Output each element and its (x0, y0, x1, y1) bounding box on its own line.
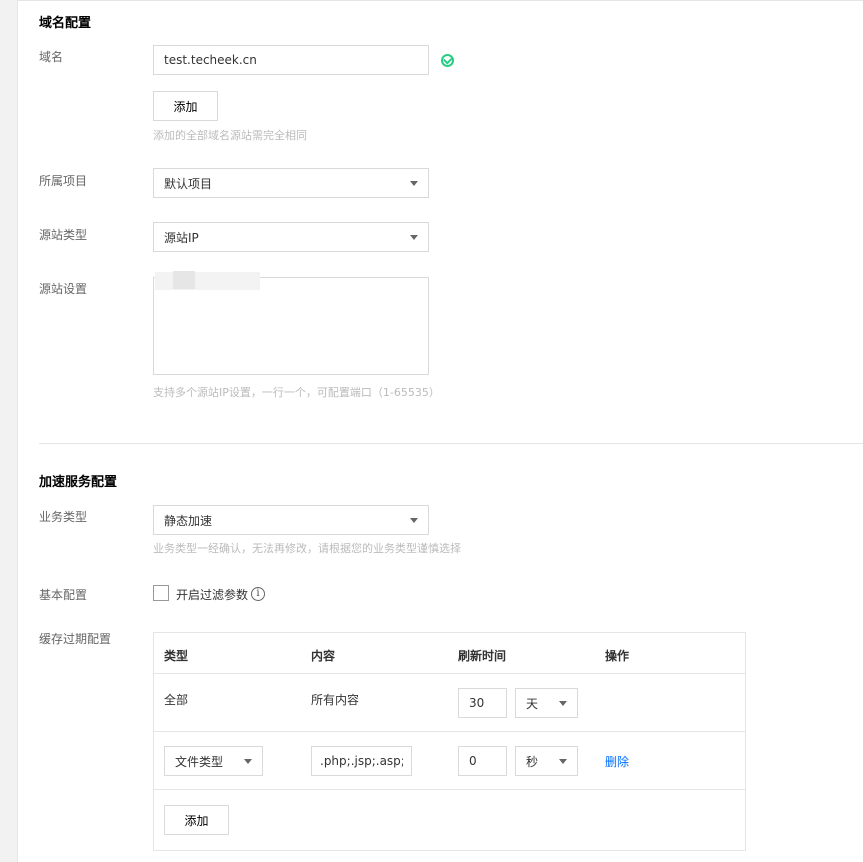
table-row-divider (154, 789, 745, 790)
add-domain-button[interactable]: 添加 (153, 91, 218, 121)
origin-setting-label: 源站设置 (39, 282, 88, 296)
row2-unit-value: 秒 (526, 754, 539, 769)
table-header-type: 类型 (164, 649, 189, 663)
caret-down-icon (244, 758, 252, 764)
basic-config-label: 基本配置 (39, 588, 88, 602)
origin-type-select[interactable]: 源站IP (153, 222, 429, 252)
row2-unit-select[interactable]: 秒 (515, 746, 578, 776)
row1-time-value: 30 (469, 696, 485, 710)
biz-type-select[interactable]: 静态加速 (153, 505, 429, 535)
caret-down-icon (410, 234, 418, 240)
project-label: 所属项目 (39, 174, 88, 188)
origin-setting-textarea[interactable] (153, 277, 429, 375)
check-circle-icon (441, 54, 454, 67)
row2-content-input[interactable]: .php;.jsp;.asp;.a (311, 746, 412, 776)
top-border (18, 0, 863, 1)
accel-section-title: 加速服务配置 (39, 475, 118, 490)
row2-time-value: 0 (469, 754, 477, 768)
biz-type-hint: 业务类型一经确认，无法再修改，请根据您的业务类型谨慎选择 (153, 542, 461, 555)
table-row-divider (154, 731, 745, 732)
table-header-action: 操作 (605, 649, 630, 663)
origin-type-label: 源站类型 (39, 228, 88, 242)
filter-param-checkbox[interactable] (153, 585, 169, 601)
table-header-refresh-time: 刷新时间 (458, 649, 507, 663)
left-sidebar-strip (0, 0, 18, 862)
row1-content: 所有内容 (311, 693, 360, 707)
section-divider (39, 443, 863, 444)
caret-down-icon (410, 517, 418, 523)
info-icon[interactable]: i (251, 587, 265, 601)
domain-label: 域名 (39, 50, 64, 64)
add-cache-rule-button[interactable]: 添加 (164, 805, 229, 835)
cache-config-label: 缓存过期配置 (39, 632, 112, 646)
caret-down-icon (559, 758, 567, 764)
origin-type-select-value: 源站IP (164, 230, 199, 245)
add-domain-hint: 添加的全部域名源站需完全相同 (153, 129, 307, 142)
row2-time-input[interactable]: 0 (458, 746, 507, 776)
project-select-value: 默认项目 (164, 176, 213, 191)
row1-unit-value: 天 (526, 696, 539, 711)
domain-input-value: test.techeek.cn (164, 53, 257, 67)
caret-down-icon (410, 180, 418, 186)
row1-unit-select[interactable]: 天 (515, 688, 578, 718)
row1-time-input[interactable]: 30 (458, 688, 507, 718)
row2-delete-link[interactable]: 删除 (605, 753, 629, 770)
table-row-divider (154, 673, 745, 674)
domain-input[interactable]: test.techeek.cn (153, 45, 429, 75)
origin-setting-hint: 支持多个源站IP设置，一行一个，可配置端口（1-65535） (153, 386, 440, 399)
domain-section-title: 域名配置 (39, 16, 92, 31)
biz-type-select-value: 静态加速 (164, 513, 213, 528)
row2-content-value: .php;.jsp;.asp;.a (320, 754, 403, 768)
row2-type-select[interactable]: 文件类型 (164, 746, 263, 776)
biz-type-label: 业务类型 (39, 510, 88, 524)
cache-table (153, 632, 746, 851)
row1-type: 全部 (164, 693, 189, 707)
table-header-content: 内容 (311, 649, 336, 663)
redacted-overlay (155, 272, 260, 290)
redacted-overlay-dark (173, 271, 195, 289)
row2-type-value: 文件类型 (175, 754, 224, 769)
filter-param-label: 开启过滤参数 (176, 588, 249, 602)
caret-down-icon (559, 700, 567, 706)
project-select[interactable]: 默认项目 (153, 168, 429, 198)
